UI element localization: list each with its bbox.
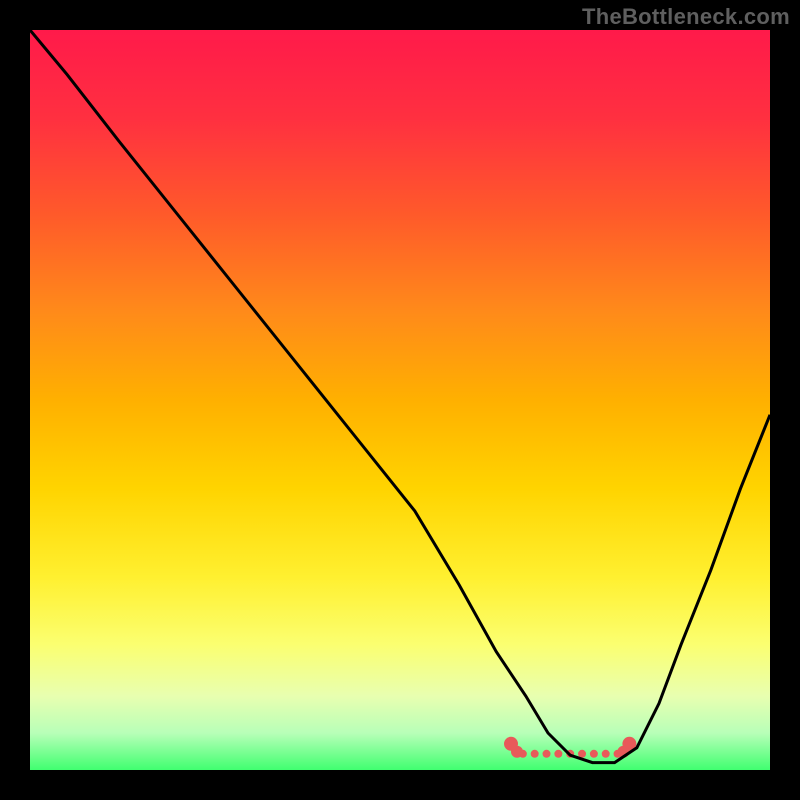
bottleneck-chart	[30, 30, 770, 770]
attribution-label: TheBottleneck.com	[582, 4, 790, 30]
gradient-background	[30, 30, 770, 770]
chart-frame: TheBottleneck.com	[0, 0, 800, 800]
